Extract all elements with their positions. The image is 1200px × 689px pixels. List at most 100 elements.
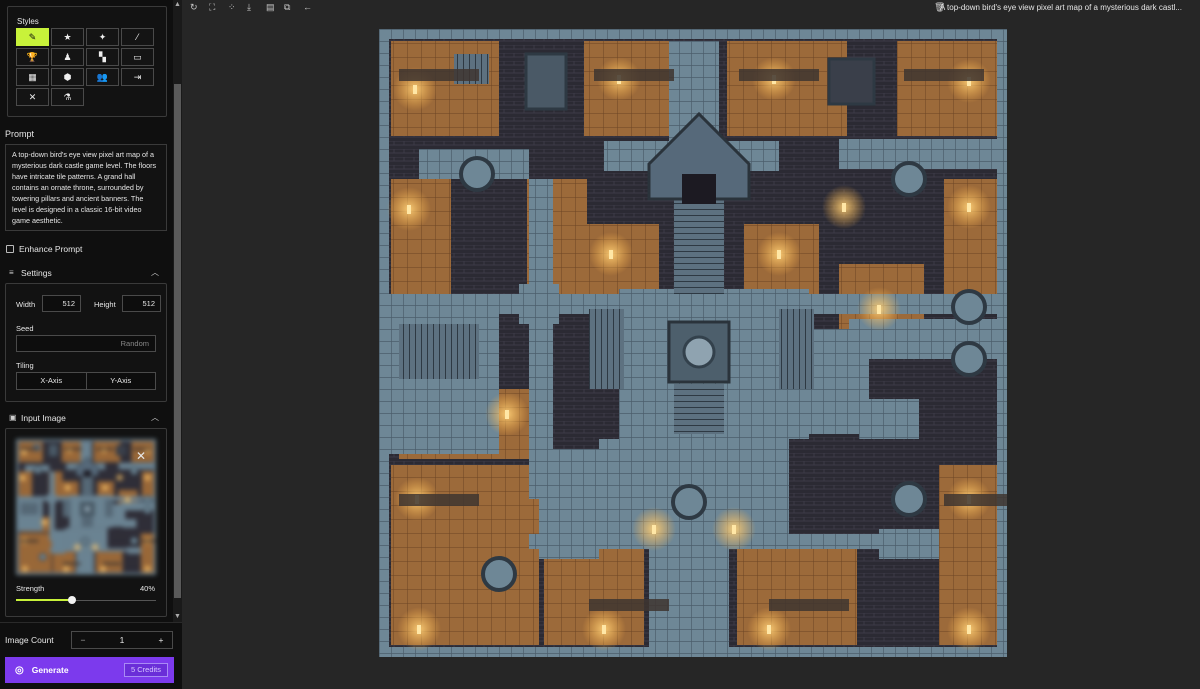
east-staircase bbox=[779, 309, 814, 389]
settings-panel: Width 512 Height 512 Seed Random Tiling … bbox=[5, 283, 167, 402]
pencil-icon: ✎ bbox=[28, 31, 37, 42]
height-input[interactable]: 512 bbox=[122, 295, 161, 312]
thumb-torch-icon bbox=[104, 486, 106, 489]
stone-medallion bbox=[951, 289, 987, 325]
app-window: Styles ✎ ★ ✦ ⁄ 🏆 ♟ ▚ ▭ ▦ ⬢ 👥 ⇥ ✕ ⚗ Prompt A top-down … bbox=[0, 0, 1200, 689]
thumb-bust-niche bbox=[48, 444, 59, 457]
grid-icon[interactable]: ⁘ bbox=[228, 2, 236, 13]
stone-corridor bbox=[879, 529, 939, 559]
torch-icon bbox=[842, 203, 846, 212]
cube-style-button[interactable]: ⬢ bbox=[51, 68, 84, 86]
increment-button[interactable]: + bbox=[150, 635, 172, 645]
thumb-torch-icon bbox=[147, 568, 148, 571]
torch-icon bbox=[505, 410, 509, 419]
layout-icon: ▚ bbox=[99, 51, 106, 62]
remove-image-icon[interactable]: ✕ bbox=[136, 449, 146, 463]
width-label: Width bbox=[16, 300, 36, 309]
input-image-label: Input Image bbox=[21, 412, 66, 423]
tiling-toggle-group: X-Axis Y-Axis bbox=[16, 372, 156, 390]
generate-label: Generate bbox=[31, 665, 69, 675]
star-style-button[interactable]: ★ bbox=[51, 28, 84, 46]
seed-input[interactable]: Random bbox=[16, 335, 156, 352]
thumb-torch-icon bbox=[119, 476, 121, 479]
thumb-stone-medallion bbox=[143, 495, 152, 504]
save-icon[interactable]: ▤ bbox=[266, 2, 275, 13]
wall-banner bbox=[594, 69, 674, 81]
thumb-torch-icon bbox=[24, 568, 26, 571]
decrement-button[interactable]: − bbox=[72, 635, 94, 645]
person-style-button[interactable]: ♟ bbox=[51, 48, 84, 66]
stone-corridor bbox=[859, 399, 919, 439]
thumb-stone-medallion bbox=[38, 553, 47, 561]
back-arrow-icon[interactable]: ← bbox=[303, 2, 312, 12]
width-input[interactable]: 512 bbox=[42, 295, 81, 312]
copy-icon[interactable]: ⧉ bbox=[284, 2, 290, 13]
tiling-x-axis-button[interactable]: X-Axis bbox=[16, 372, 87, 390]
fullscreen-icon[interactable]: ⛶ bbox=[209, 2, 215, 13]
thumb-stone-medallion bbox=[143, 506, 152, 515]
credits-badge: 5 Credits bbox=[123, 663, 168, 677]
throne-seal bbox=[682, 335, 716, 369]
strength-slider[interactable] bbox=[16, 596, 156, 604]
input-image-thumbnail[interactable] bbox=[16, 439, 156, 575]
brush-style-button[interactable]: ⁄ bbox=[121, 28, 154, 46]
thumb-stone-corridor bbox=[123, 519, 137, 528]
strength-label: Strength bbox=[16, 584, 45, 593]
users-style-button[interactable]: 👥 bbox=[86, 68, 119, 86]
torch-icon bbox=[877, 305, 881, 314]
tiling-y-axis-button[interactable]: Y-Axis bbox=[86, 372, 156, 390]
torch-icon bbox=[417, 625, 421, 634]
arrow-right-style-button[interactable]: ⇥ bbox=[121, 68, 154, 86]
trophy-icon: 🏆 bbox=[26, 51, 39, 62]
thumb-west-gate-bars bbox=[20, 502, 39, 515]
scroll-up-icon[interactable]: ▲ bbox=[173, 0, 182, 10]
chevron-up-icon[interactable]: ︿ bbox=[151, 267, 159, 278]
generate-button[interactable]: ◎ Generate 5 Credits bbox=[5, 657, 174, 683]
layout-style-button[interactable]: ▚ bbox=[86, 48, 119, 66]
download-icon[interactable]: ⤓ bbox=[247, 2, 251, 13]
thumb-map-border-bottom bbox=[16, 572, 156, 575]
thumb-torch-icon bbox=[67, 486, 69, 489]
settings-header[interactable]: ≡ Settings ︿ bbox=[9, 267, 159, 278]
hall-doorway bbox=[682, 174, 716, 204]
thumb-map-border-top bbox=[16, 439, 156, 442]
thumb-stone-medallion bbox=[130, 536, 139, 545]
prompt-textarea[interactable]: A top-down bird's eye view pixel art map… bbox=[5, 144, 167, 231]
thumb-wall-banner bbox=[102, 562, 121, 566]
trophy-style-button[interactable]: 🏆 bbox=[16, 48, 49, 66]
image-count-value[interactable]: 1 bbox=[94, 635, 150, 645]
image-icon: ▣ bbox=[9, 413, 17, 422]
refresh-icon[interactable]: ↻ bbox=[190, 2, 198, 13]
chat-style-button[interactable]: ▭ bbox=[121, 48, 154, 66]
thumb-torch-icon bbox=[102, 568, 104, 571]
chevron-up-icon[interactable]: ︿ bbox=[151, 412, 159, 423]
west-staircase bbox=[589, 309, 624, 389]
thumb-torch-icon bbox=[22, 477, 24, 480]
thumb-east-staircase bbox=[105, 499, 113, 517]
flask-style-button[interactable]: ⚗ bbox=[51, 88, 84, 106]
slider-handle[interactable] bbox=[68, 596, 76, 604]
settings-label: Settings bbox=[21, 267, 52, 278]
prompt-label: Prompt bbox=[5, 129, 35, 139]
stone-medallion bbox=[891, 161, 927, 197]
scrollbar-thumb[interactable] bbox=[174, 84, 181, 598]
torch-icon bbox=[967, 625, 971, 634]
input-image-header[interactable]: ▣ Input Image ︿ bbox=[9, 412, 159, 423]
table-style-button[interactable]: ▦ bbox=[16, 68, 49, 86]
thumb-stone-corridor bbox=[49, 548, 128, 552]
pencil-style-button[interactable]: ✎ bbox=[16, 28, 49, 46]
sidebar-scrollbar[interactable]: ▲ ▼ bbox=[173, 0, 182, 622]
thumb-stone-medallion bbox=[33, 466, 42, 475]
sparkles-style-button[interactable]: ✦ bbox=[86, 28, 119, 46]
scroll-down-icon[interactable]: ▼ bbox=[173, 612, 182, 622]
seed-label: Seed bbox=[16, 324, 34, 333]
stone-corridor bbox=[529, 534, 879, 549]
thumb-stone-corridor bbox=[127, 547, 141, 554]
generated-image[interactable] bbox=[379, 29, 1007, 657]
enhance-prompt-checkbox[interactable] bbox=[6, 245, 14, 253]
west-gate-bars bbox=[399, 324, 479, 379]
enhance-prompt-toggle[interactable]: Enhance Prompt bbox=[6, 244, 82, 254]
generate-footer: Image Count − 1 + ◎ Generate 5 Credits bbox=[0, 622, 182, 689]
close-style-button[interactable]: ✕ bbox=[16, 88, 49, 106]
stone-medallion bbox=[891, 481, 927, 517]
